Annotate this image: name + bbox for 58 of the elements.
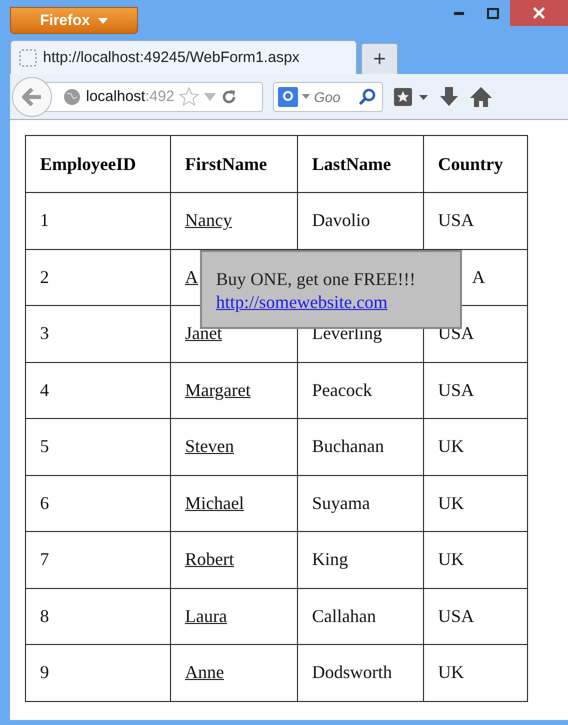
name-link[interactable]: Margaret bbox=[185, 380, 251, 400]
table-cell: USA bbox=[424, 588, 528, 644]
table-cell: 4 bbox=[26, 362, 170, 418]
table-cell: Davolio bbox=[298, 192, 424, 249]
table-cell: 8 bbox=[26, 588, 170, 644]
table-cell: 7 bbox=[26, 532, 170, 588]
column-header: LastName bbox=[298, 136, 424, 192]
table-cell: Suyama bbox=[298, 475, 424, 532]
bookmarks-button[interactable] bbox=[393, 86, 429, 106]
table-cell: UK bbox=[424, 644, 528, 701]
name-link[interactable]: Robert bbox=[185, 549, 234, 570]
table-cell: Callahan bbox=[298, 588, 424, 644]
popup-text: Buy ONE, get one FREE!!! bbox=[216, 269, 416, 290]
home-icon[interactable] bbox=[469, 86, 493, 108]
back-arrow-icon bbox=[22, 88, 42, 106]
name-link[interactable]: Anne bbox=[185, 662, 224, 682]
table-cell: 9 bbox=[26, 644, 170, 701]
minimize-icon bbox=[454, 12, 464, 14]
caret-icon bbox=[98, 18, 108, 24]
table-cell: 1 bbox=[26, 192, 170, 249]
dropdown-icon[interactable] bbox=[302, 94, 310, 99]
table-cell: UK bbox=[424, 532, 528, 588]
table-cell: USA bbox=[424, 192, 528, 249]
tab-title: http://localhost:49245/WebForm1.aspx bbox=[43, 49, 300, 66]
table-cell: Buchanan bbox=[298, 418, 424, 475]
name-link[interactable]: Michael bbox=[185, 492, 244, 513]
column-header: Country bbox=[424, 136, 528, 192]
table-cell: Dodsworth bbox=[298, 644, 424, 701]
name-link[interactable]: Nancy bbox=[185, 210, 232, 230]
table-cell: UK bbox=[424, 475, 528, 532]
page-icon bbox=[19, 48, 37, 66]
table-cell: UK bbox=[424, 418, 528, 475]
table-cell: 3 bbox=[26, 306, 170, 362]
name-link[interactable]: A bbox=[185, 266, 198, 287]
column-header: FirstName bbox=[170, 136, 298, 192]
column-header: EmployeeID bbox=[26, 136, 170, 192]
name-link[interactable]: Laura bbox=[185, 606, 227, 626]
reload-icon[interactable] bbox=[221, 88, 238, 104]
table-cell: USA bbox=[424, 362, 528, 418]
star-icon[interactable] bbox=[179, 86, 200, 106]
globe-icon bbox=[63, 88, 81, 106]
table-cell: Peacock bbox=[298, 362, 424, 418]
name-link[interactable]: Steven bbox=[185, 436, 234, 456]
table-cell: 2 bbox=[26, 249, 170, 306]
table-cell: King bbox=[298, 532, 424, 588]
download-icon[interactable] bbox=[439, 86, 459, 108]
new-tab-button[interactable]: + bbox=[361, 43, 398, 74]
back-button[interactable] bbox=[12, 76, 52, 116]
close-icon bbox=[533, 7, 545, 19]
address-text: localhost:492 bbox=[86, 88, 174, 105]
maximize-icon bbox=[487, 8, 499, 18]
name-link[interactable]: Janet bbox=[185, 323, 222, 344]
close-button[interactable] bbox=[510, 0, 568, 26]
search-engine-icon bbox=[278, 86, 298, 106]
table-cell: 6 bbox=[26, 475, 170, 532]
browser-tab[interactable]: http://localhost:49245/WebForm1.aspx bbox=[10, 40, 357, 74]
table-cell: 5 bbox=[26, 418, 170, 475]
search-icon[interactable] bbox=[358, 88, 376, 106]
